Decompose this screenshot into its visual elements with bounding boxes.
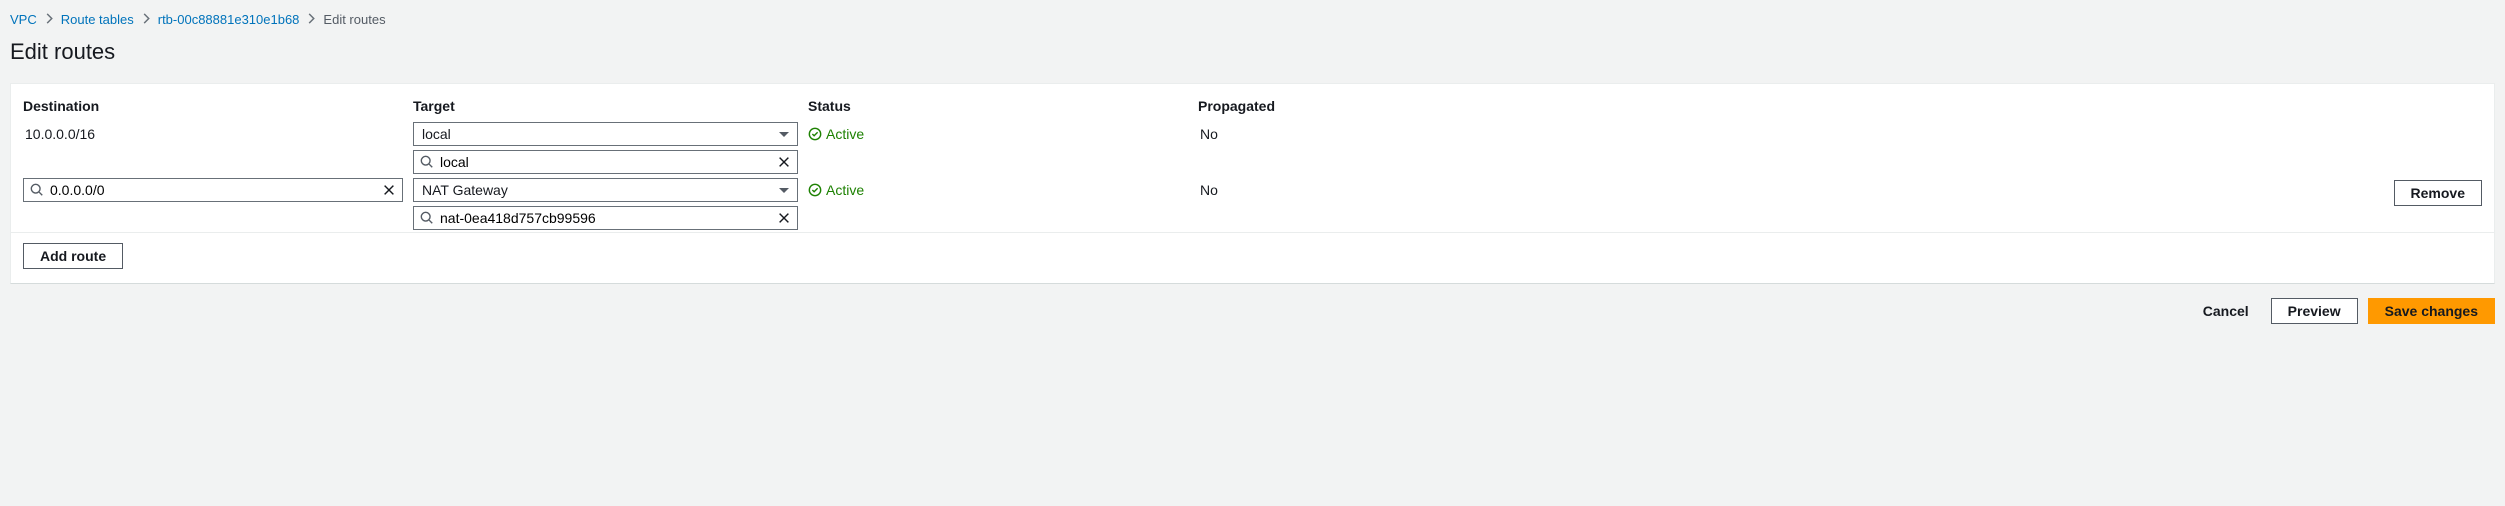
breadcrumb-link-vpc[interactable]: VPC (10, 12, 37, 27)
target-search[interactable] (413, 206, 798, 230)
close-icon[interactable] (777, 211, 791, 225)
destination-search-input[interactable] (50, 182, 376, 198)
breadcrumb-link-route-tables[interactable]: Route tables (61, 12, 134, 27)
col-target: Target (413, 98, 798, 114)
search-icon (30, 183, 44, 197)
col-status: Status (808, 98, 1188, 114)
table-header: Destination Target Status Propagated (11, 84, 2494, 120)
page-title: Edit routes (0, 35, 2505, 83)
chevron-right-icon (307, 12, 315, 27)
destination-search[interactable] (23, 178, 403, 202)
chevron-down-icon (779, 188, 789, 193)
close-icon[interactable] (382, 183, 396, 197)
target-select[interactable]: NAT Gateway (413, 178, 798, 202)
chevron-right-icon (45, 12, 53, 27)
check-circle-icon (808, 127, 822, 141)
col-propagated: Propagated (1198, 98, 1458, 114)
destination-value: 10.0.0.0/16 (23, 122, 403, 146)
search-icon (420, 211, 434, 225)
remove-button[interactable]: Remove (2394, 180, 2482, 206)
close-icon[interactable] (777, 155, 791, 169)
save-changes-button[interactable]: Save changes (2368, 298, 2495, 324)
breadcrumb-link-rtb-id[interactable]: rtb-00c88881e310e1b68 (158, 12, 300, 27)
chevron-down-icon (779, 132, 789, 137)
target-search[interactable] (413, 150, 798, 174)
propagated-value: No (1198, 178, 1458, 202)
footer-actions: Cancel Preview Save changes (0, 284, 2505, 338)
target-select-value: local (422, 126, 451, 142)
route-row: 10.0.0.0/16 local Active (11, 120, 2494, 176)
breadcrumb: VPC Route tables rtb-00c88881e310e1b68 E… (0, 0, 2505, 35)
target-select[interactable]: local (413, 122, 798, 146)
status-badge: Active (808, 178, 1188, 198)
status-badge: Active (808, 122, 1188, 142)
cancel-button[interactable]: Cancel (2191, 298, 2261, 324)
add-route-button[interactable]: Add route (23, 243, 123, 269)
propagated-value: No (1198, 122, 1458, 146)
col-destination: Destination (23, 98, 403, 114)
check-circle-icon (808, 183, 822, 197)
breadcrumb-current: Edit routes (323, 12, 385, 27)
route-row: NAT Gateway Active No Remove (11, 176, 2494, 232)
target-search-input[interactable] (440, 154, 771, 170)
target-select-value: NAT Gateway (422, 182, 508, 198)
routes-panel: Destination Target Status Propagated 10.… (10, 83, 2495, 284)
preview-button[interactable]: Preview (2271, 298, 2358, 324)
search-icon (420, 155, 434, 169)
target-search-input[interactable] (440, 210, 771, 226)
chevron-right-icon (142, 12, 150, 27)
